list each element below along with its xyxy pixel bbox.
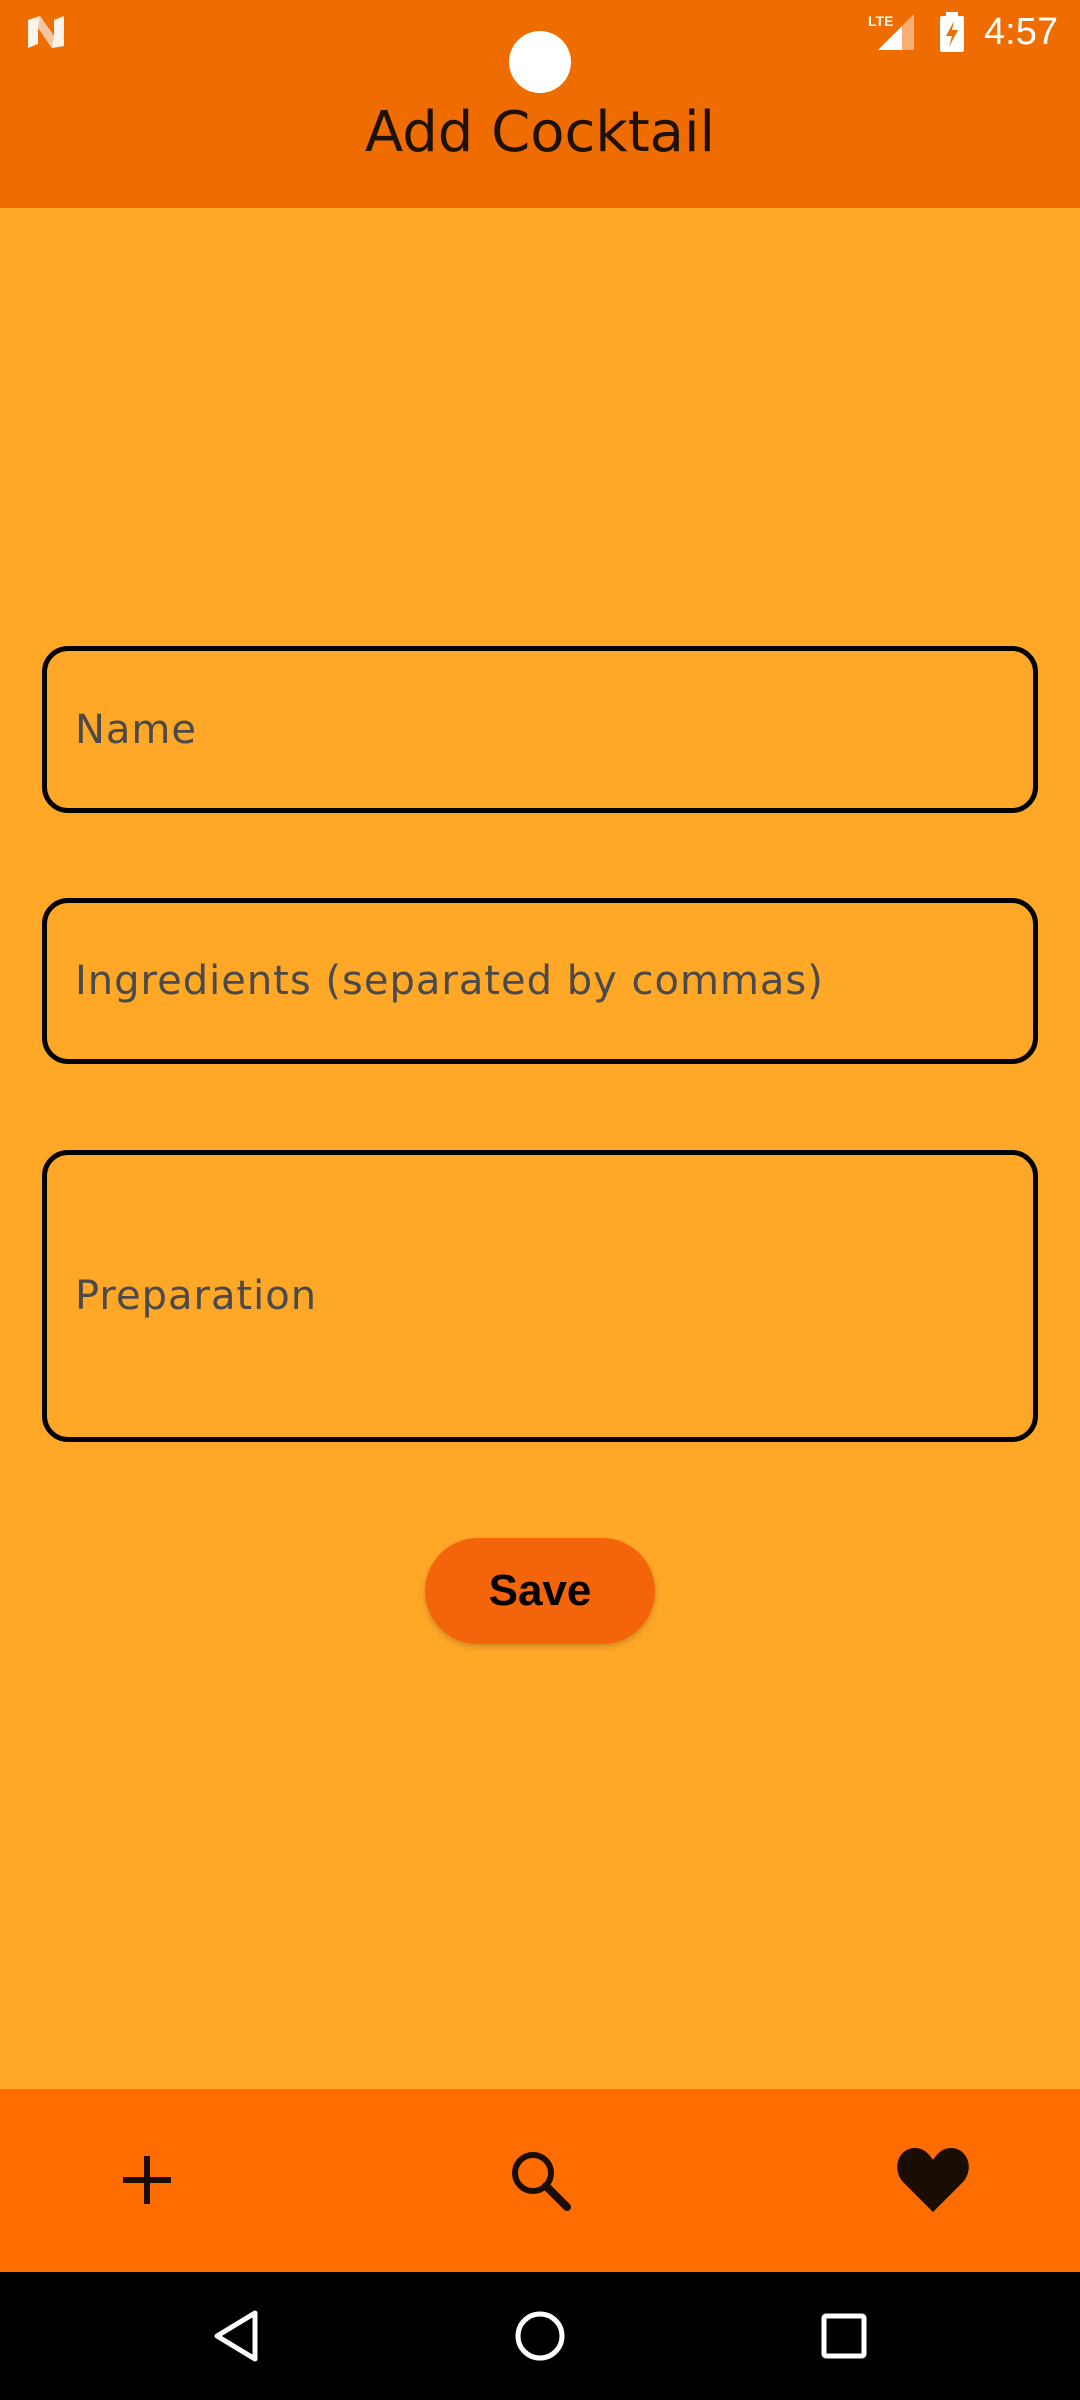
battery-charging-icon: [940, 12, 965, 52]
system-recents-button[interactable]: [804, 2296, 884, 2376]
name-field-label: Name: [75, 706, 198, 753]
status-time: 4:57: [984, 10, 1058, 53]
nav-item-search[interactable]: [485, 2125, 595, 2235]
plus-icon: [123, 2156, 171, 2204]
ingredients-field[interactable]: Ingredients (separated by commas): [42, 898, 1038, 1064]
screen: LTE 4:57 Add Cocktail Name Ingredients (…: [0, 0, 1080, 2400]
signal-icon: LTE: [868, 13, 915, 50]
heart-icon: [897, 2148, 969, 2212]
nav-item-add[interactable]: [92, 2125, 202, 2235]
system-nav-bar: [0, 2272, 1080, 2400]
recents-icon: [821, 2313, 867, 2359]
app-bar: LTE 4:57 Add Cocktail: [0, 0, 1080, 208]
home-icon: [515, 2311, 565, 2361]
back-icon: [214, 2310, 258, 2362]
app-logo-icon: [28, 16, 64, 48]
page-title: Add Cocktail: [364, 100, 716, 165]
name-field[interactable]: Name: [42, 646, 1038, 813]
nav-item-favorites[interactable]: [878, 2125, 988, 2235]
status-icons: LTE 4:57: [868, 6, 1058, 58]
bottom-nav: [0, 2089, 1080, 2272]
system-back-button[interactable]: [196, 2296, 276, 2376]
camera-cutout: [509, 31, 571, 93]
preparation-field[interactable]: Preparation: [42, 1150, 1038, 1442]
system-home-button[interactable]: [500, 2296, 580, 2376]
preparation-field-label: Preparation: [75, 1273, 318, 1319]
save-button[interactable]: Save: [425, 1538, 655, 1644]
network-type-label: LTE: [868, 13, 893, 29]
ingredients-field-label: Ingredients (separated by commas): [75, 958, 824, 1004]
search-icon: [512, 2152, 571, 2211]
